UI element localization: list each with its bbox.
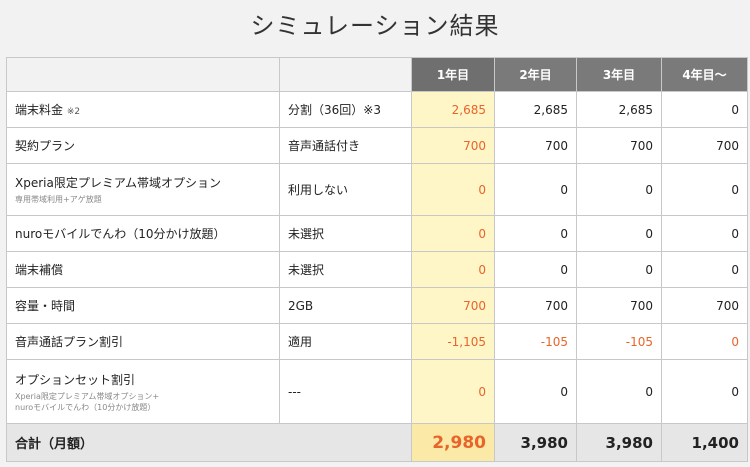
- cell-year-1: 0: [411, 215, 495, 252]
- item-subtext: 専用帯域利用+アゲ放題: [15, 195, 102, 204]
- total-year-4: 1,400: [661, 423, 748, 462]
- table-row: 端末補償 未選択 0 0 0 0: [6, 251, 748, 288]
- row-option: 2GB: [279, 287, 412, 324]
- row-option: 適用: [279, 323, 412, 360]
- header-row: 1年目 2年目 3年目 4年目〜: [6, 57, 748, 92]
- cell-year-2: 700: [494, 127, 577, 164]
- table-row: オプションセット割引 Xperia限定プレミアム帯域オプション+ nuroモバイル…: [6, 359, 748, 424]
- header-year-4: 4年目〜: [661, 57, 748, 92]
- row-item: Xperia限定プレミアム帯域オプション専用帯域利用+アゲ放題: [6, 163, 280, 216]
- item-label: オプションセット割引: [15, 372, 136, 387]
- cell-year-1: 700: [411, 287, 495, 324]
- cell-year-3: 0: [576, 359, 662, 424]
- cell-year-2: -105: [494, 323, 577, 360]
- table-row: 容量・時間 2GB 700 700 700 700: [6, 287, 748, 324]
- cell-year-2: 0: [494, 215, 577, 252]
- item-label: 端末料金: [15, 103, 64, 117]
- simulation-table: 1年目 2年目 3年目 4年目〜 端末料金 ※2 分割（36回）※3 2,685…: [6, 57, 748, 462]
- table-row: nuroモバイルでんわ（10分かけ放題） 未選択 0 0 0 0: [6, 215, 748, 252]
- cell-year-1: 0: [411, 359, 495, 424]
- cell-year-3: 700: [576, 287, 662, 324]
- cell-year-1: -1,105: [411, 323, 495, 360]
- row-option: 利用しない: [279, 163, 412, 216]
- cell-year-3: 0: [576, 251, 662, 288]
- table-row: 音声通話プラン割引 適用 -1,105 -105 -105 0: [6, 323, 748, 360]
- table-row: 端末料金 ※2 分割（36回）※3 2,685 2,685 2,685 0: [6, 91, 748, 128]
- header-year-2: 2年目: [494, 57, 577, 92]
- item-note: ※2: [66, 107, 81, 117]
- cell-year-4: 0: [661, 323, 748, 360]
- total-row: 合計（月額） 2,980 3,980 3,980 1,400: [6, 423, 748, 462]
- header-year-3: 3年目: [576, 57, 662, 92]
- header-blank: [279, 57, 412, 92]
- cell-year-2: 700: [494, 287, 577, 324]
- cell-year-2: 0: [494, 359, 577, 424]
- cell-year-4: 0: [661, 163, 748, 216]
- row-item: オプションセット割引 Xperia限定プレミアム帯域オプション+ nuroモバイル…: [6, 359, 280, 424]
- cell-year-2: 2,685: [494, 91, 577, 128]
- cell-year-4: 0: [661, 91, 748, 128]
- page-title: シミュレーション結果: [250, 12, 500, 40]
- cell-year-4: 0: [661, 251, 748, 288]
- header-blank: [6, 57, 280, 92]
- cell-year-1: 700: [411, 127, 495, 164]
- cell-year-3: 2,685: [576, 91, 662, 128]
- row-item: 容量・時間: [6, 287, 280, 324]
- row-option: 未選択: [279, 251, 412, 288]
- row-option: 分割（36回）※3: [279, 91, 412, 128]
- cell-year-4: 0: [661, 359, 748, 424]
- row-option: 音声通話付き: [279, 127, 412, 164]
- cell-year-4: 0: [661, 215, 748, 252]
- item-subtext: Xperia限定プレミアム帯域オプション+ nuroモバイルでんわ（10分かけ放…: [15, 391, 160, 412]
- table-row: 契約プラン 音声通話付き 700 700 700 700: [6, 127, 748, 164]
- row-option: ---: [279, 359, 412, 424]
- cell-year-1: 0: [411, 251, 495, 288]
- cell-year-3: 0: [576, 215, 662, 252]
- cell-year-4: 700: [661, 127, 748, 164]
- row-item: 音声通話プラン割引: [6, 323, 280, 360]
- header-year-1: 1年目: [411, 57, 495, 92]
- row-item: nuroモバイルでんわ（10分かけ放題）: [6, 215, 280, 252]
- row-item: 端末料金 ※2: [6, 91, 280, 128]
- cell-year-1: 0: [411, 163, 495, 216]
- total-year-2: 3,980: [494, 423, 577, 462]
- item-label: Xperia限定プレミアム帯域オプション: [15, 176, 222, 190]
- cell-year-3: 700: [576, 127, 662, 164]
- cell-year-1: 2,685: [411, 91, 495, 128]
- total-year-1: 2,980: [411, 423, 495, 462]
- total-year-3: 3,980: [576, 423, 662, 462]
- table-row: Xperia限定プレミアム帯域オプション 専用帯域利用+アゲ放題 利用しない 0 …: [6, 163, 748, 216]
- cell-year-3: -105: [576, 323, 662, 360]
- cell-year-2: 0: [494, 163, 577, 216]
- row-item: 端末補償: [6, 251, 280, 288]
- cell-year-4: 700: [661, 287, 748, 324]
- row-item: 契約プラン: [6, 127, 280, 164]
- total-label: 合計（月額）: [6, 423, 412, 462]
- row-option: 未選択: [279, 215, 412, 252]
- cell-year-2: 0: [494, 251, 577, 288]
- cell-year-3: 0: [576, 163, 662, 216]
